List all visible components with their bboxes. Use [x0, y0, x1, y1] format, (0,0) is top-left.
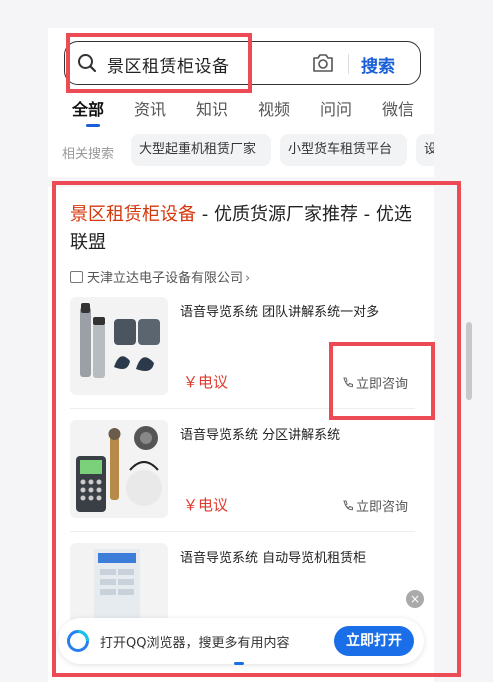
tab-knowledge[interactable]: 知识 — [196, 96, 228, 120]
search-divider — [348, 54, 349, 74]
related-chip[interactable]: 小型货车租赁平台 — [280, 134, 407, 166]
search-button[interactable]: 搜索 — [361, 52, 395, 77]
tab-wechat[interactable]: 微信 — [382, 96, 414, 120]
camera-icon[interactable] — [311, 52, 335, 74]
related-chip[interactable]: 大型起重机租赁厂家 — [131, 134, 271, 166]
related-chip[interactable]: 设 — [416, 134, 434, 166]
tab-qa[interactable]: 问问 — [320, 96, 352, 120]
tab-all[interactable]: 全部 — [72, 96, 104, 120]
related-label: 相关搜索 — [62, 147, 115, 162]
category-tabs: 全部 资讯 知识 视频 问问 微信 — [72, 96, 434, 126]
tab-video[interactable]: 视频 — [258, 96, 290, 120]
highlight-box-result — [52, 181, 461, 677]
tab-news[interactable]: 资讯 — [134, 96, 166, 120]
highlight-box-search — [66, 33, 252, 93]
highlight-box-consult — [329, 342, 435, 420]
related-searches: 相关搜索 大型起重机租赁厂家 小型货车租赁平台 设 — [48, 134, 434, 168]
page-scrollbar[interactable] — [466, 322, 472, 400]
active-tab-indicator — [86, 124, 100, 127]
